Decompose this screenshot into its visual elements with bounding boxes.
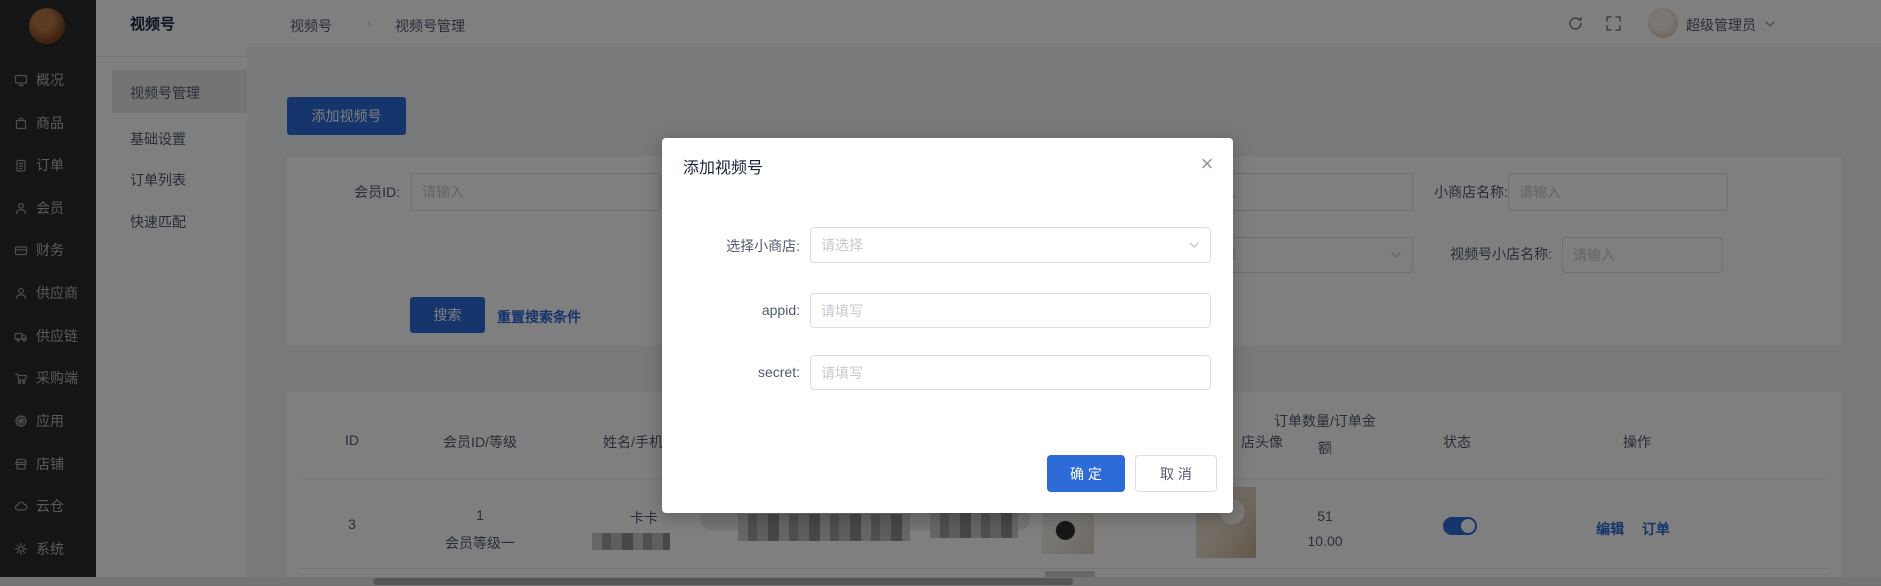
modal-title: 添加视频号 [683, 160, 764, 177]
modal-field-label-appid: appid: [761, 302, 800, 318]
page: 概况 商品 订单 会员 财务 供应商 供应链 采购端 应用 店铺 [0, 0, 1881, 586]
chevron-down-icon [1188, 239, 1200, 251]
cancel-button[interactable]: 取 消 [1135, 455, 1217, 492]
modal-field-label-shop: 选择小商店: [726, 238, 800, 254]
add-video-account-modal: 添加视频号 × 选择小商店: 请选择 appid: secret: 确 定 取 … [662, 138, 1233, 513]
modal-shop-select[interactable]: 请选择 [810, 227, 1211, 263]
confirm-button[interactable]: 确 定 [1047, 455, 1125, 492]
modal-secret-input[interactable] [810, 355, 1211, 390]
close-icon[interactable]: × [1195, 152, 1219, 176]
select-placeholder: 请选择 [821, 237, 863, 253]
modal-appid-input[interactable] [810, 293, 1211, 328]
modal-field-label-secret: secret: [757, 364, 800, 380]
